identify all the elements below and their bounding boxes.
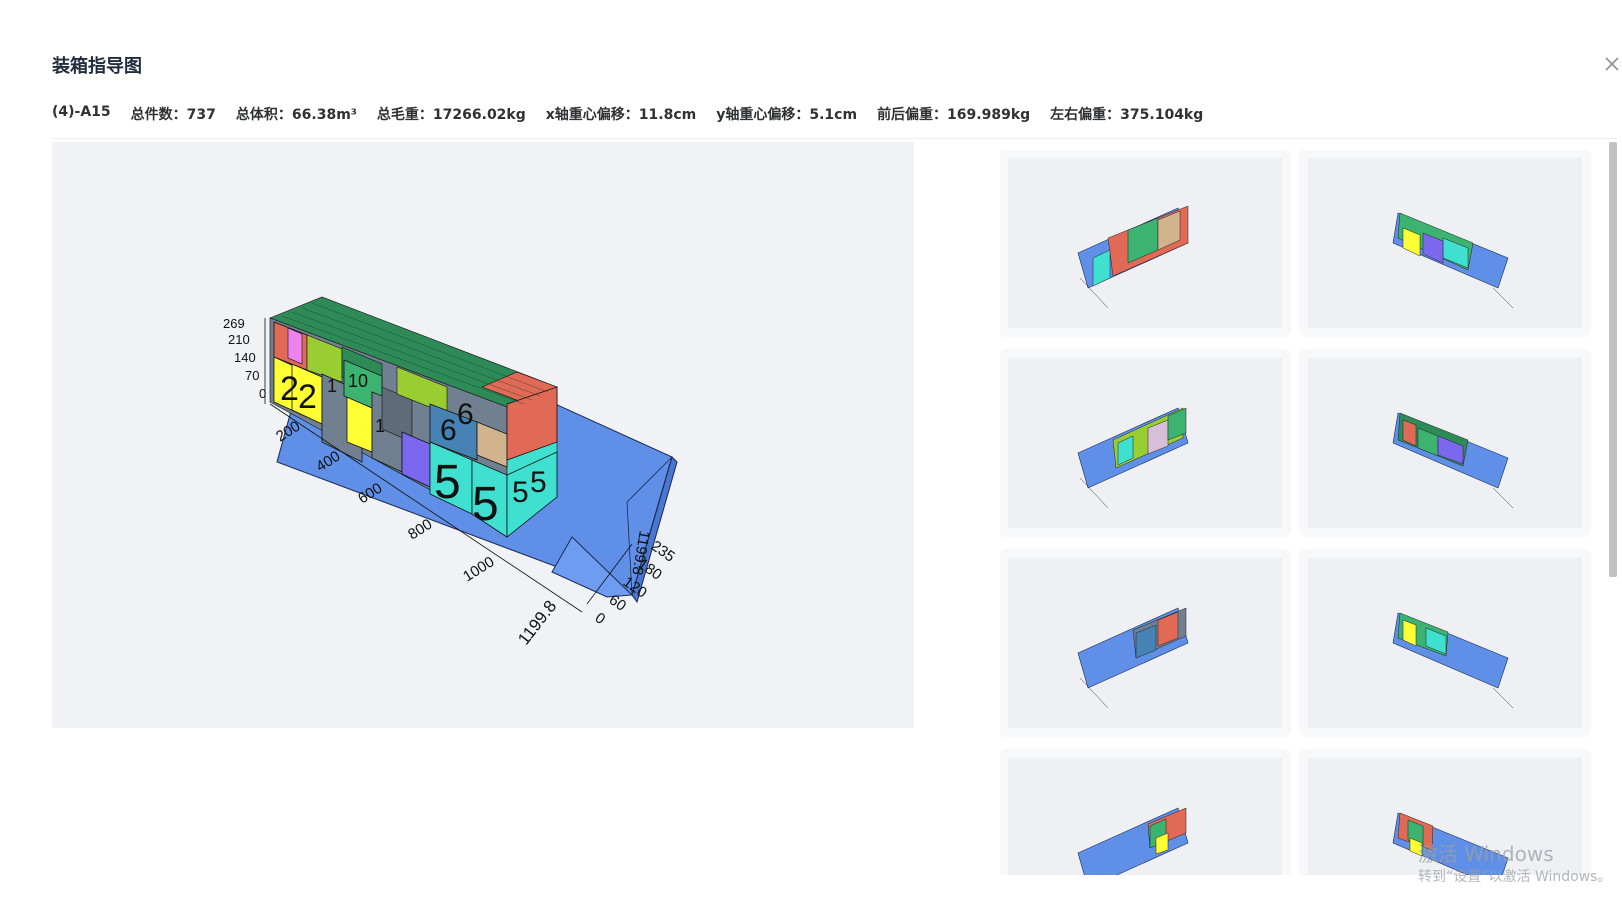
thumbnail-card[interactable]: [1000, 150, 1290, 336]
dialog-title: 装箱指导图: [52, 56, 142, 77]
thumbnail-image: [1008, 758, 1282, 875]
thumbnail-scrollbar[interactable]: [1609, 142, 1617, 577]
total-volume: 总体积：66.38m³: [235, 107, 357, 123]
z-tick-label: 140: [234, 350, 256, 365]
box-number: 6: [440, 414, 457, 447]
box-number: 1: [327, 376, 337, 396]
thumbnail-card[interactable]: [1300, 150, 1590, 336]
thumbnail-image: [1308, 358, 1582, 528]
z-tick-label: 0: [259, 386, 266, 401]
thumbnail-card[interactable]: [1000, 750, 1290, 875]
z-tick-label: 210: [228, 332, 250, 347]
thumbnail-card[interactable]: [1300, 550, 1590, 736]
box-number: 6: [457, 398, 474, 431]
total-count: 总件数：737: [130, 107, 216, 123]
box-number: 5: [434, 456, 461, 509]
thumbnail-image: [1008, 158, 1282, 328]
thumbnail-image: [1008, 358, 1282, 528]
close-icon[interactable]: [1604, 56, 1620, 72]
view-thumbnails: [1000, 150, 1600, 875]
container-code: (4)-A15: [52, 104, 111, 120]
thumbnail-image: [1308, 158, 1582, 328]
thumbnail-card[interactable]: [1000, 350, 1290, 536]
length-tick-label: 1000: [460, 553, 497, 585]
box-number: 2: [280, 370, 299, 408]
total-weight: 总毛重：17266.02kg: [376, 107, 526, 123]
divider: [52, 138, 1617, 139]
thumbnail-image: [1308, 558, 1582, 728]
box-number: 1: [375, 416, 385, 436]
front-back-offweight: 前后偏重：169.989kg: [877, 107, 1031, 123]
box-number: 5: [512, 476, 529, 509]
activation-watermark-sub: 转到“设置”以激活 Windows。: [1418, 869, 1612, 885]
stats-bar: (4)-A15 总件数：737 总体积：66.38m³ 总毛重：17266.02…: [52, 104, 1203, 126]
box-number: 5: [530, 466, 547, 499]
main-3d-view[interactable]: 2 2 1 1 10 6 6 5 5 5 5 269 210 140 70 0: [52, 142, 914, 728]
left-right-offweight: 左右偏重：375.104kg: [1050, 107, 1204, 123]
box-number: 5: [472, 478, 499, 531]
thumbnail-image: [1008, 558, 1282, 728]
length-tick-label: 1199.8: [514, 597, 560, 649]
thumbnail-card[interactable]: [1300, 350, 1590, 536]
z-tick-label: 269: [223, 316, 245, 331]
thumbnail-card[interactable]: [1000, 550, 1290, 736]
box-number: 2: [298, 378, 317, 416]
activation-watermark: 激活 Windows: [1418, 842, 1554, 866]
box-number: 10: [348, 371, 368, 391]
z-axis: 269 210 140 70 0: [223, 316, 266, 404]
z-tick-label: 70: [245, 368, 259, 383]
y-gravity-offset: y轴重心偏移：5.1cm: [716, 107, 858, 123]
x-gravity-offset: x轴重心偏移：11.8cm: [545, 107, 697, 123]
width-tick-label: 0: [592, 609, 609, 628]
